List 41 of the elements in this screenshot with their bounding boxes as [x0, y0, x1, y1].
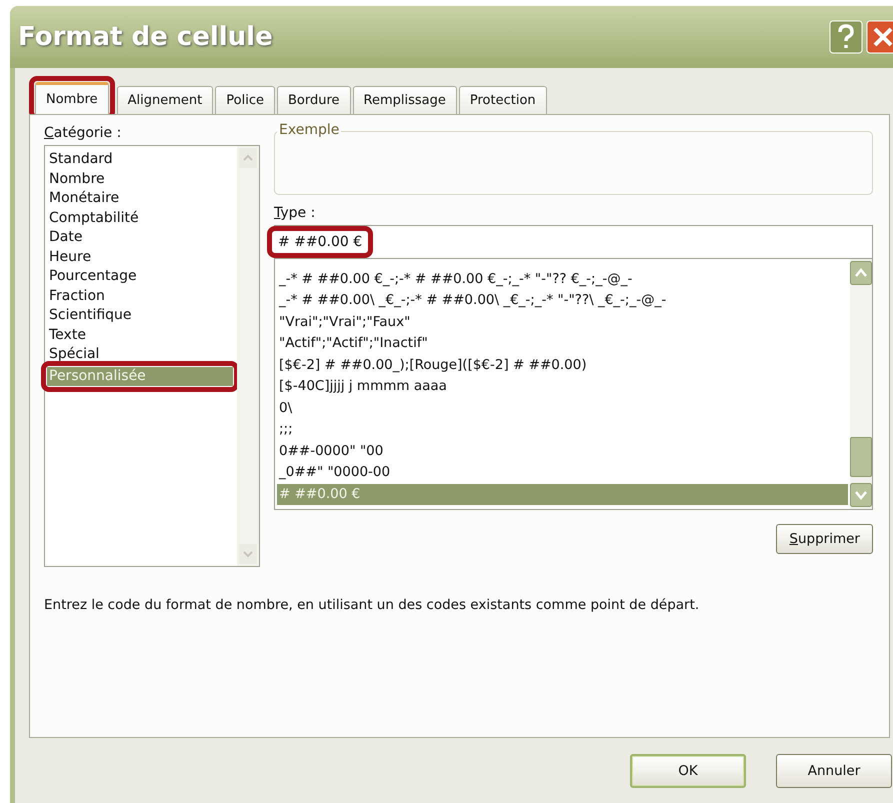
field-value: # ##0.00 €: [278, 234, 362, 250]
ok-button[interactable]: OK: [630, 754, 746, 788]
cancel-button[interactable]: Annuler: [776, 754, 892, 788]
category-item[interactable]: Comptabilité: [47, 208, 235, 228]
format-item[interactable]: ;;;: [277, 419, 848, 440]
format-item[interactable]: _-* # ##0.00\ _€_-;-* # ##0.00\ _€_-;_-* "-"??\ _€_-;_-@_-: [277, 290, 848, 312]
format-item[interactable]: "Actif";"Actif";"Inactif": [277, 333, 848, 354]
format-item[interactable]: 0\: [277, 398, 848, 419]
format-item[interactable]: _-* # ##0.00 €_-;-* # ##0.00 €_-;_-* "-"?? €_-;_-@_-: [277, 268, 848, 290]
tab[interactable]: Remplissage: [352, 86, 457, 114]
tab[interactable]: Police: [215, 86, 275, 114]
category-item[interactable]: Monétaire: [47, 189, 235, 208]
type-label: Type :: [274, 205, 316, 221]
tab[interactable]: Nombre: [35, 82, 109, 114]
category-label: Catégorie :: [44, 125, 122, 141]
help-icon[interactable]: [829, 20, 863, 54]
category-item[interactable]: Standard: [47, 150, 235, 170]
delete-button[interactable]: Supprimer: [776, 524, 873, 554]
format-item[interactable]: [$€-2] # ##0.00_);[Rouge]([$€-2] # ##0.00): [277, 354, 848, 376]
format-item[interactable]: [$-40C]jjjj j mmmm aaaa: [277, 376, 848, 398]
category-item[interactable]: Heure: [47, 248, 235, 267]
category-item[interactable]: Date: [47, 228, 235, 248]
format-item[interactable]: "Vrai";"Vrai";"Faux": [277, 312, 848, 333]
tab[interactable]: Bordure: [276, 86, 351, 114]
category-item[interactable]: Fraction: [47, 286, 235, 306]
category-item[interactable]: Nombre: [47, 170, 235, 189]
window-title: Format de cellule: [18, 22, 273, 52]
scroll-down-icon[interactable]: [850, 483, 872, 507]
category-item[interactable]: Pourcentage: [47, 267, 235, 286]
format-item[interactable]: 0##-0000" "00: [277, 440, 848, 462]
format-item[interactable]: _0##" "0000-00: [277, 462, 848, 484]
tab[interactable]: Alignement: [116, 86, 214, 114]
description-text: Entrez le code du format de nombre, en utilisant un des codes existants comme point de départ.: [44, 597, 700, 613]
category-item[interactable]: Scientifique: [47, 306, 235, 326]
scrollbar-thumb[interactable]: [850, 437, 872, 477]
category-item[interactable]: Texte: [47, 326, 235, 345]
scroll-up-icon[interactable]: [850, 261, 872, 285]
tab[interactable]: Protection: [458, 86, 547, 114]
example-label: Exemple: [277, 122, 342, 138]
category-item[interactable]: Spécial: [47, 345, 235, 364]
close-icon[interactable]: [866, 20, 893, 54]
